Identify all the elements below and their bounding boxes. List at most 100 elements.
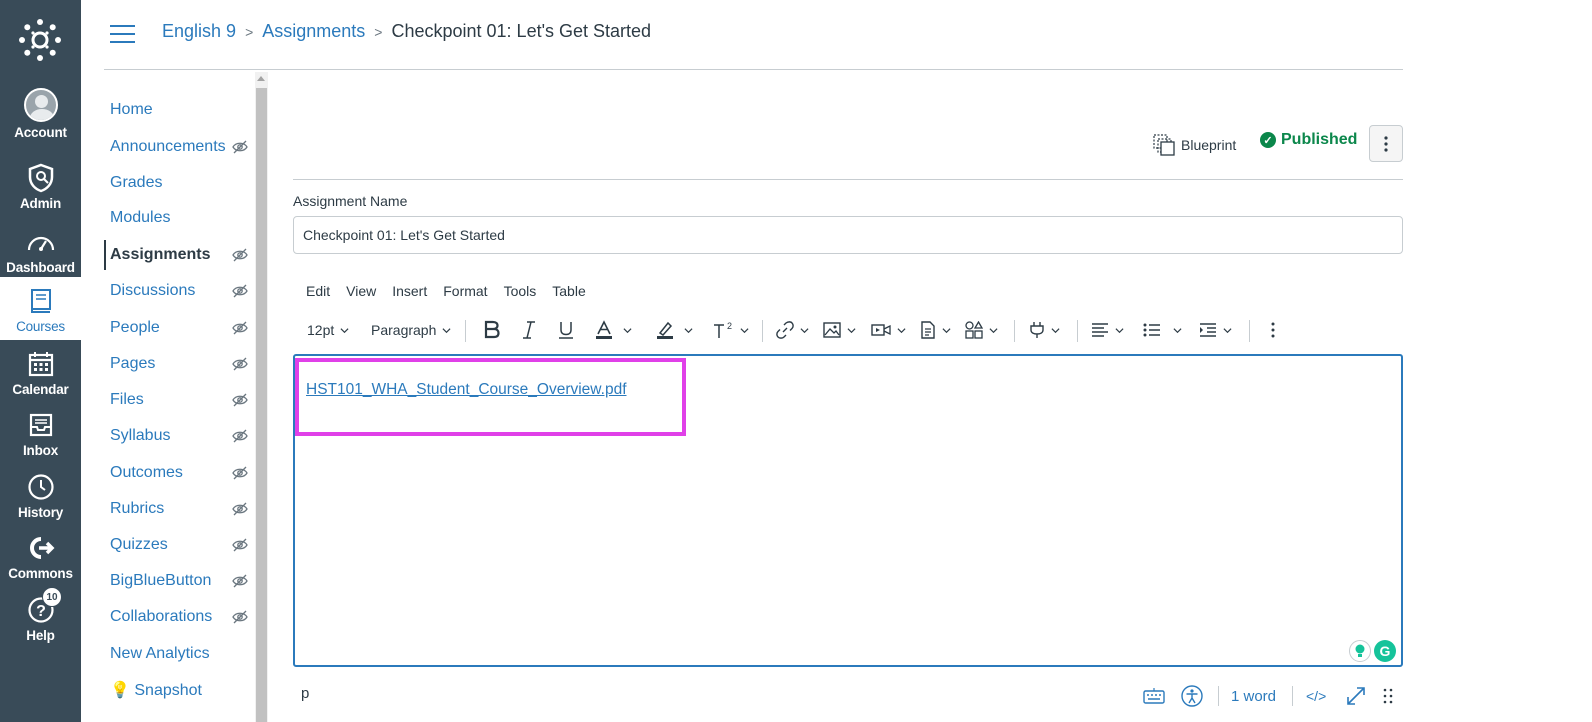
- bold-button[interactable]: [483, 315, 501, 345]
- course-nav-new-analytics[interactable]: New Analytics: [104, 639, 254, 669]
- course-nav-home[interactable]: Home: [104, 95, 254, 125]
- global-nav-calendar[interactable]: Calendar: [0, 344, 81, 406]
- grammarly-icon[interactable]: G: [1374, 640, 1396, 662]
- kebab-icon: [1384, 135, 1388, 152]
- global-nav-help[interactable]: ? Help: [0, 590, 81, 652]
- indent-button[interactable]: [1199, 315, 1232, 345]
- list-button[interactable]: [1143, 315, 1182, 345]
- italic-button[interactable]: [521, 315, 537, 345]
- course-nav-assignments[interactable]: Assignments: [104, 240, 254, 270]
- dashboard-icon: [25, 226, 57, 258]
- course-nav-announcements[interactable]: Announcements: [104, 132, 254, 162]
- media-button[interactable]: [871, 315, 906, 345]
- breadcrumb-separator-icon: >: [374, 23, 383, 40]
- course-nav-modules[interactable]: Modules: [104, 203, 254, 233]
- course-nav-label: 💡 Snapshot: [110, 682, 202, 699]
- blueprint-label: Blueprint: [1181, 137, 1237, 153]
- menu-table[interactable]: Table: [544, 283, 593, 299]
- resize-handle[interactable]: [1383, 684, 1393, 708]
- course-nav-grades[interactable]: Grades: [104, 168, 254, 198]
- block-format-dropdown[interactable]: Paragraph: [371, 315, 451, 345]
- apps-button[interactable]: [965, 315, 998, 345]
- course-menu-toggle-button[interactable]: [110, 25, 135, 45]
- fullscreen-button[interactable]: [1345, 684, 1367, 708]
- chevron-down-icon: [740, 327, 749, 333]
- svg-text:2: 2: [727, 321, 732, 331]
- html-editor-toggle[interactable]: </>: [1306, 684, 1326, 708]
- block-format-value: Paragraph: [371, 322, 437, 338]
- menu-view[interactable]: View: [338, 283, 384, 299]
- superscript-button[interactable]: 2: [712, 315, 749, 345]
- book-icon: [25, 285, 57, 317]
- menu-tools[interactable]: Tools: [496, 283, 545, 299]
- global-nav-dashboard[interactable]: Dashboard: [0, 222, 81, 284]
- global-nav-label: Courses: [16, 319, 65, 334]
- highlight-color-button[interactable]: [656, 315, 693, 345]
- inbox-icon: [25, 409, 57, 441]
- lightbulb-icon[interactable]: [1349, 640, 1371, 662]
- course-nav-quizzes[interactable]: Quizzes: [104, 530, 254, 560]
- global-nav-inbox[interactable]: Inbox: [0, 405, 81, 467]
- breadcrumb-assignments-link[interactable]: Assignments: [262, 21, 365, 42]
- course-nav-bigbluebutton[interactable]: BigBlueButton: [104, 566, 254, 596]
- breadcrumb-separator-icon: >: [245, 23, 254, 40]
- menu-format[interactable]: Format: [435, 283, 495, 299]
- font-size-dropdown[interactable]: 12pt: [307, 315, 349, 345]
- word-count[interactable]: 1 word: [1231, 684, 1276, 708]
- published-label: Published: [1281, 131, 1358, 148]
- keyboard-shortcuts-button[interactable]: [1143, 684, 1165, 708]
- course-nav-label: Files: [110, 391, 144, 408]
- course-nav-collaborations[interactable]: Collaborations: [104, 602, 254, 632]
- breadcrumb-current: Checkpoint 01: Let's Get Started: [391, 21, 652, 41]
- content-divider: [293, 179, 1403, 180]
- canvas-logo-icon[interactable]: [18, 18, 62, 62]
- global-nav-courses[interactable]: Courses: [0, 277, 81, 340]
- plugin-button[interactable]: [1029, 315, 1060, 345]
- global-nav-admin[interactable]: Admin: [0, 158, 81, 220]
- course-nav-discussions[interactable]: Discussions: [104, 276, 254, 306]
- course-nav-pages[interactable]: Pages: [104, 349, 254, 379]
- course-nav-snapshot[interactable]: 💡 Snapshot: [104, 675, 254, 705]
- course-nav-outcomes[interactable]: Outcomes: [104, 458, 254, 488]
- course-nav-syllabus[interactable]: Syllabus: [104, 421, 254, 451]
- document-button[interactable]: [920, 315, 951, 345]
- global-nav: Account Admin Dashboard Courses Calendar…: [0, 0, 81, 722]
- accessibility-checker-button[interactable]: [1181, 684, 1203, 708]
- link-button[interactable]: [776, 315, 809, 345]
- scrollbar-thumb[interactable]: [256, 88, 267, 722]
- assignment-name-input[interactable]: [293, 216, 1403, 254]
- hidden-eye-icon: [232, 610, 248, 624]
- course-nav-people[interactable]: People: [104, 313, 254, 343]
- highlighter-icon: [657, 321, 673, 339]
- more-tools-button[interactable]: [1271, 315, 1275, 345]
- menu-insert[interactable]: Insert: [384, 283, 435, 299]
- align-button[interactable]: [1091, 315, 1124, 345]
- hidden-eye-icon: [232, 248, 248, 262]
- published-status-button[interactable]: ✓ Published: [1260, 131, 1357, 149]
- menu-edit[interactable]: Edit: [298, 283, 338, 299]
- underline-button[interactable]: [557, 315, 575, 345]
- toolbar-separator: [1249, 320, 1250, 342]
- course-nav-scrollbar[interactable]: [255, 72, 268, 722]
- chevron-down-icon: [1223, 327, 1232, 333]
- scroll-up-arrow-icon[interactable]: [257, 76, 265, 81]
- global-nav-history[interactable]: History: [0, 467, 81, 529]
- breadcrumb-course-link[interactable]: English 9: [162, 21, 236, 42]
- global-nav-label: Dashboard: [6, 260, 75, 275]
- blueprint-indicator[interactable]: Blueprint: [1153, 134, 1236, 156]
- file-attachment-link[interactable]: HST101_WHA_Student_Course_Overview.pdf: [306, 381, 627, 399]
- text-color-button[interactable]: [595, 315, 632, 345]
- assignment-name-label: Assignment Name: [293, 193, 408, 209]
- global-nav-label: History: [17, 505, 64, 520]
- image-button[interactable]: [823, 315, 856, 345]
- more-options-button[interactable]: [1369, 125, 1403, 162]
- toolbar-separator: [1014, 320, 1015, 342]
- chevron-down-icon: [800, 327, 809, 333]
- course-nav-files[interactable]: Files: [104, 385, 254, 415]
- global-nav-account[interactable]: Account: [0, 86, 81, 148]
- global-nav-commons[interactable]: Commons: [0, 528, 81, 590]
- chevron-down-icon: [442, 327, 451, 333]
- course-nav-rubrics[interactable]: Rubrics: [104, 494, 254, 524]
- text-color-icon: [596, 320, 612, 339]
- chevron-down-icon: [897, 327, 906, 333]
